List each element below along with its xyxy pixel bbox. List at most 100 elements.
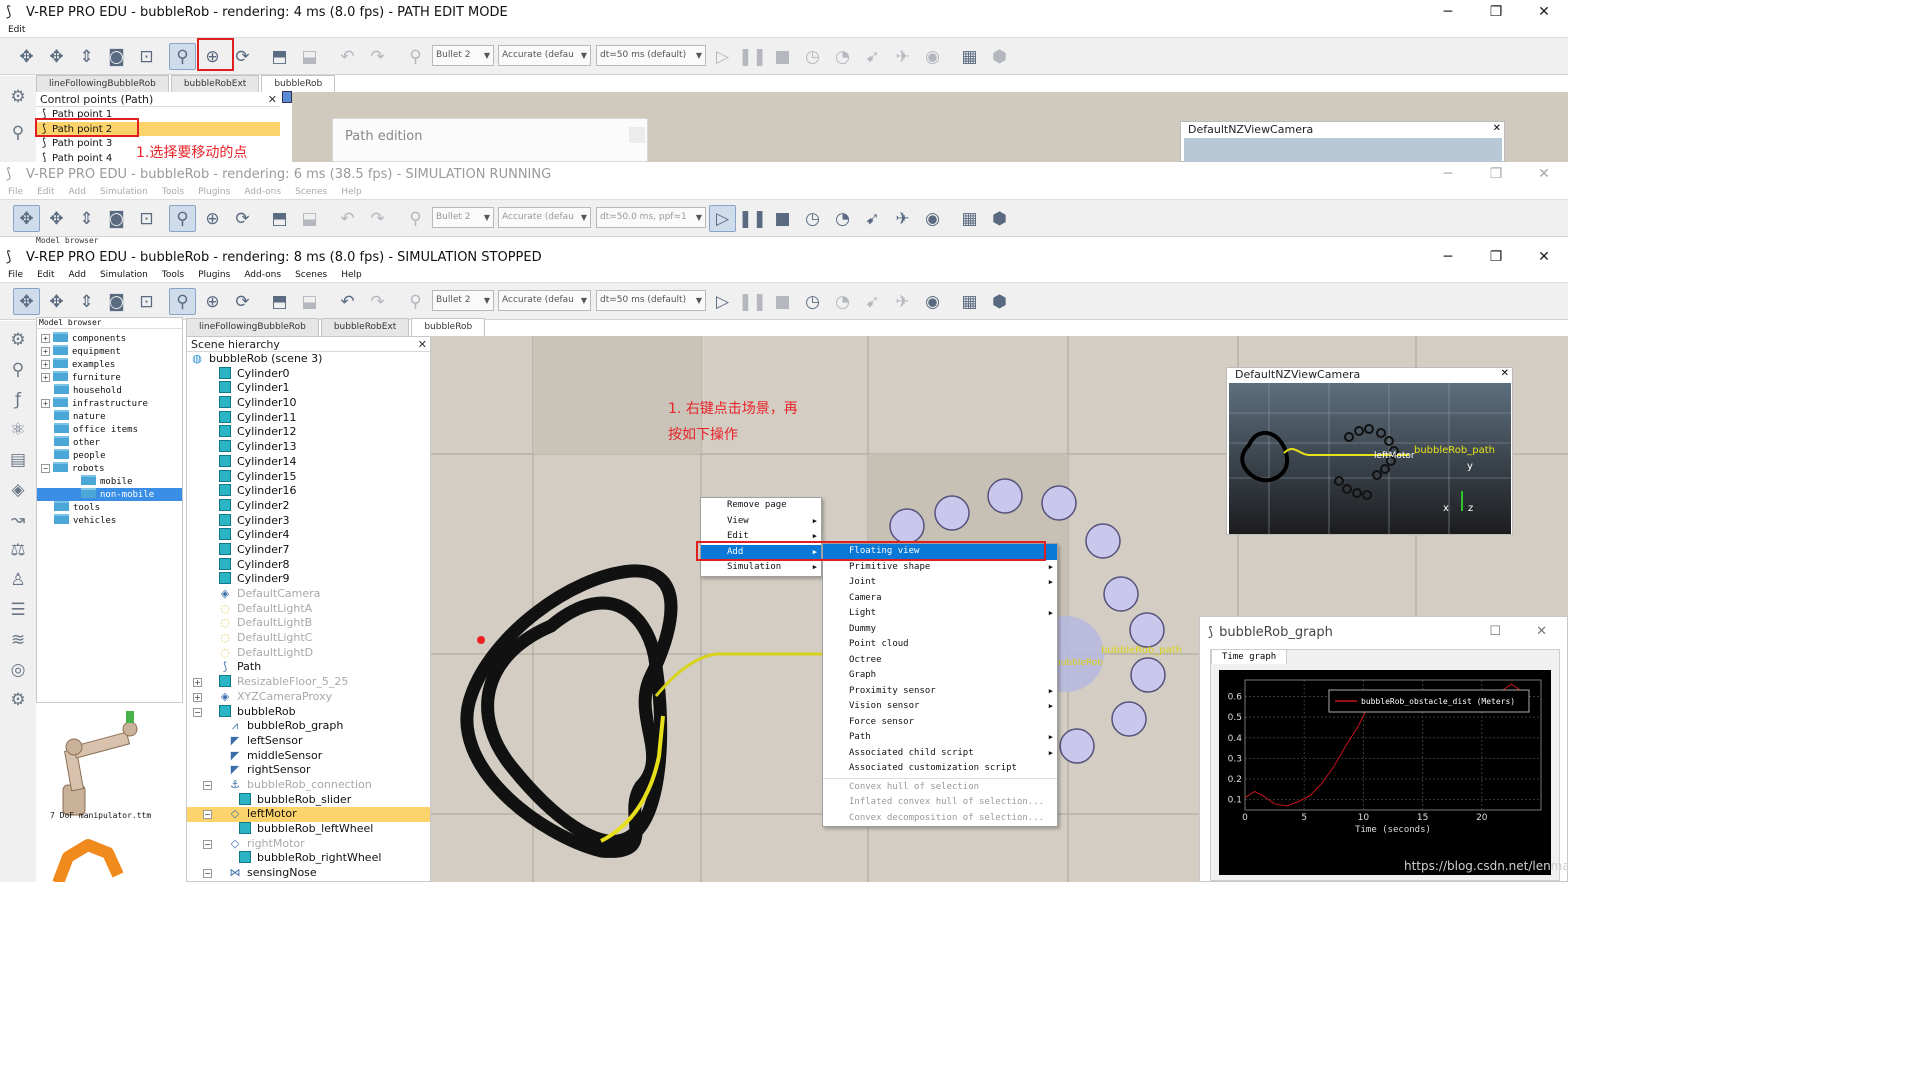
close-icon[interactable] (629, 127, 645, 143)
timestep-select[interactable]: dt=50 ms (default) (596, 290, 706, 311)
assemble-icon[interactable]: ⬒ (266, 43, 293, 70)
dynamics-icon[interactable]: ⚲ (402, 43, 429, 70)
stop-icon[interactable]: ■ (769, 43, 796, 70)
add-menu-item-primitive-shape[interactable]: Primitive shape ▶ (823, 560, 1057, 576)
hierarchy-icon[interactable]: ☰ (0, 595, 36, 625)
speed-up-icon[interactable]: ➹ (859, 288, 886, 315)
tree-item[interactable]: − robots (41, 462, 182, 475)
hierarchy-row[interactable]: ◍ bubbleRob (scene 3) (187, 352, 430, 367)
hierarchy-row[interactable]: ◤ leftSensor (187, 734, 430, 749)
transfer-dna-icon[interactable]: ⬓ (296, 288, 323, 315)
hierarchy-row[interactable]: Cylinder10 (187, 396, 430, 411)
maximize-icon[interactable]: ☐ (1489, 624, 1501, 639)
add-menu-item-associated-customization-script[interactable]: Associated customization script (823, 761, 1057, 777)
assemble-icon[interactable]: ⬒ (266, 288, 293, 315)
add-menu-item-joint[interactable]: Joint ▶ (823, 575, 1057, 591)
pause-icon[interactable]: ❚❚ (738, 43, 767, 70)
close-icon[interactable]: ✕ (418, 337, 427, 352)
close-icon[interactable]: ✕ (1520, 0, 1568, 24)
hierarchy-row[interactable]: − bubbleRob (187, 704, 430, 720)
tree-item-selected[interactable]: non-mobile (37, 488, 182, 501)
add-menu-item-convex-decomposition-of-selection[interactable]: Convex decomposition of selection... (823, 811, 1057, 827)
add-menu-item-dummy[interactable]: Dummy (823, 622, 1057, 638)
object-shift-icon[interactable]: ⊕ (199, 288, 226, 315)
hierarchy-row[interactable]: bubbleRob_slider (187, 792, 430, 808)
realtime-icon[interactable]: ◷ (799, 288, 826, 315)
hierarchy-row[interactable]: Cylinder2 (187, 498, 430, 514)
add-menu-item-octree[interactable]: Octree (823, 653, 1057, 669)
menu-addons[interactable]: Add-ons (244, 186, 281, 199)
close-icon[interactable]: ✕ (1520, 162, 1568, 186)
camera-pan-icon[interactable]: ✥ (13, 43, 40, 70)
tree-item[interactable]: + components (41, 332, 182, 345)
slow-down-icon[interactable]: ◔ (829, 43, 856, 70)
hierarchy-row[interactable]: + ◈ XYZCameraProxy (187, 690, 430, 705)
dynamics-icon[interactable]: ⚲ (402, 288, 429, 315)
hierarchy-row[interactable]: ◤ middleSensor (187, 749, 430, 764)
camera-rotate-icon[interactable]: ✥ (43, 205, 70, 232)
add-menu-item-convex-hull-of-selection[interactable]: Convex hull of selection (823, 780, 1057, 796)
hierarchy-row[interactable]: Cylinder12 (187, 425, 430, 440)
layers-icon[interactable]: ⬢ (986, 205, 1013, 232)
add-menu-item-light[interactable]: Light ▶ (823, 606, 1057, 622)
layers-icon[interactable]: ⬢ (986, 288, 1013, 315)
tab-linefollowing[interactable]: lineFollowingBubbleRob (186, 318, 319, 336)
add-menu-item-proximity-sensor[interactable]: Proximity sensor ▶ (823, 684, 1057, 700)
minimize-icon[interactable]: ─ (1424, 245, 1472, 269)
timestep-select[interactable]: dt=50.0 ms, ppf=1 (596, 207, 706, 228)
menu-add[interactable]: Add (69, 269, 86, 282)
fit-to-view-icon[interactable]: ⊡ (133, 205, 160, 232)
hierarchy-row[interactable]: Cylinder16 (187, 484, 430, 499)
add-menu-item-vision-sensor[interactable]: Vision sensor ▶ (823, 699, 1057, 715)
click-select-icon[interactable]: ⚲ (169, 288, 196, 315)
add-menu-item-graph[interactable]: Graph (823, 668, 1057, 684)
video-icon[interactable]: ◎ (0, 655, 36, 685)
hierarchy-row[interactable]: ◌ DefaultLightC (187, 631, 430, 646)
accuracy-select[interactable]: Accurate (defau (498, 45, 591, 66)
hierarchy-row[interactable]: ◈ DefaultCamera (187, 587, 430, 602)
expander-icon[interactable]: − (203, 810, 212, 820)
speed-up-icon[interactable]: ➹ (859, 43, 886, 70)
hierarchy-row[interactable]: bubbleRob_rightWheel (187, 851, 430, 866)
minimize-icon[interactable]: ─ (1424, 162, 1472, 186)
camera-pan-icon[interactable]: ✥ (13, 205, 40, 232)
hierarchy-row[interactable]: Cylinder15 (187, 469, 430, 485)
hierarchy-row[interactable]: Cylinder13 (187, 440, 430, 455)
menu-help[interactable]: Help (341, 186, 362, 199)
tree-item[interactable]: mobile (41, 475, 182, 488)
redo-icon[interactable]: ↷ (364, 205, 391, 232)
menu-edit[interactable]: Edit (8, 24, 25, 37)
tab-bubblerob[interactable]: bubbleRob (261, 75, 336, 93)
add-menu-item-path[interactable]: Path ▶ (823, 730, 1057, 746)
transfer-dna-icon[interactable]: ⬓ (296, 43, 323, 70)
hierarchy-row[interactable]: − ⚓ bubbleRob_connection (187, 778, 430, 793)
camera-angle-icon[interactable]: ◙ (103, 205, 130, 232)
redo-icon[interactable]: ↷ (364, 288, 391, 315)
expander-icon[interactable]: − (193, 707, 202, 717)
object-shift-icon[interactable]: ⊕ (199, 205, 226, 232)
hierarchy-row[interactable]: Cylinder8 (187, 557, 430, 573)
scene-pages-icon[interactable]: ▦ (956, 288, 983, 315)
menu-add[interactable]: Add (69, 186, 86, 199)
fit-to-view-icon[interactable]: ⊡ (133, 288, 160, 315)
panel-toggle-icon[interactable] (282, 91, 292, 103)
hierarchy-row[interactable]: Cylinder4 (187, 528, 430, 543)
hierarchy-row[interactable]: − ◇ rightMotor (187, 837, 430, 852)
slow-down-icon[interactable]: ◔ (829, 205, 856, 232)
thread-render-icon[interactable]: ✈ (889, 288, 916, 315)
menu-item-simulation[interactable]: Simulation ▶ (701, 560, 821, 576)
hierarchy-row[interactable]: ◌ DefaultLightD (187, 646, 430, 661)
transfer-dna-icon[interactable]: ⬓ (296, 205, 323, 232)
script-icon[interactable]: ▤ (0, 445, 36, 475)
menu-tools[interactable]: Tools (162, 269, 184, 282)
close-icon[interactable]: ✕ (1493, 123, 1501, 134)
expander-icon[interactable]: + (193, 678, 202, 688)
play-icon[interactable]: ▷ (709, 43, 736, 70)
hierarchy-row[interactable]: ◤ rightSensor (187, 763, 430, 778)
menu-edit[interactable]: Edit (37, 186, 54, 199)
menu-item-remove-page[interactable]: Remove page (701, 498, 821, 514)
hierarchy-row[interactable]: ⩘ bubbleRob_graph (187, 719, 430, 734)
accuracy-select[interactable]: Accurate (defau (498, 290, 591, 311)
menu-item-view[interactable]: View ▶ (701, 514, 821, 530)
thread-render-icon[interactable]: ✈ (889, 43, 916, 70)
